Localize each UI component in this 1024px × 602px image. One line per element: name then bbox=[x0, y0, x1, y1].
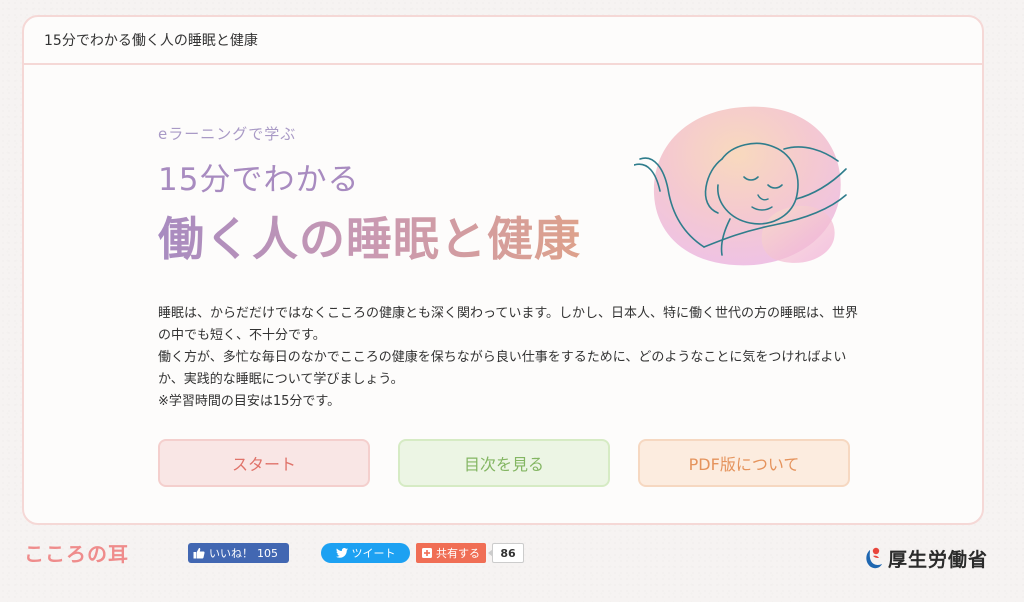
thumbs-up-icon bbox=[193, 547, 205, 559]
main-card: 15分でわかる働く人の睡眠と健康 eラーニングで学ぶ 15分でわかる 働く人の睡… bbox=[22, 15, 984, 525]
hero-subtitle: 15分でわかる bbox=[158, 162, 360, 198]
hero-title-block: eラーニングで学ぶ 15分でわかる 働く人の睡眠と健康 bbox=[158, 123, 628, 269]
share-count: 86 bbox=[488, 543, 524, 563]
twitter-bird-icon bbox=[335, 548, 348, 558]
table-of-contents-button[interactable]: 目次を見る bbox=[398, 439, 610, 487]
page-title: 15分でわかる働く人の睡眠と健康 bbox=[44, 33, 258, 49]
description-paragraph-2: 働く方が、多忙な毎日のなかでこころの健康を保ちながら良い仕事をするために、どのよ… bbox=[158, 350, 847, 387]
pdf-info-button[interactable]: PDF版について bbox=[638, 439, 850, 487]
facebook-like-count: 105 bbox=[257, 546, 278, 560]
share-label: 共有する bbox=[436, 547, 480, 560]
card-header: 15分でわかる働く人の睡眠と健康 bbox=[24, 17, 982, 65]
sleeping-person-illustration bbox=[634, 106, 847, 266]
hero-title: 働く人の睡眠と健康 bbox=[158, 203, 628, 269]
tweet-label: ツイート bbox=[351, 547, 396, 560]
description-note: ※学習時間の目安は15分です。 bbox=[158, 394, 341, 409]
ministry-logo[interactable]: 厚生労働省 bbox=[864, 543, 988, 573]
hero-kicker: eラーニングで学ぶ bbox=[158, 125, 297, 143]
facebook-like-label: いいね！ bbox=[209, 547, 253, 560]
ministry-name: 厚生労働省 bbox=[888, 548, 989, 571]
ministry-emblem-icon bbox=[866, 547, 882, 569]
tweet-button[interactable]: ツイート bbox=[321, 543, 410, 563]
start-button[interactable]: スタート bbox=[158, 439, 370, 487]
facebook-like-button[interactable]: いいね！ 105 bbox=[188, 543, 289, 563]
action-buttons: スタート 目次を見る PDF版について bbox=[158, 439, 850, 487]
share-button[interactable]: 共有する bbox=[416, 543, 486, 563]
description-text: 睡眠は、からだだけではなくこころの健康とも深く関わっています。しかし、日本人、特… bbox=[158, 303, 864, 413]
plus-square-icon bbox=[422, 548, 432, 558]
description-paragraph-1: 睡眠は、からだだけではなくこころの健康とも深く関わっています。しかし、日本人、特… bbox=[158, 306, 859, 343]
kokoro-no-mimi-logo[interactable]: こころの耳 bbox=[24, 538, 129, 567]
